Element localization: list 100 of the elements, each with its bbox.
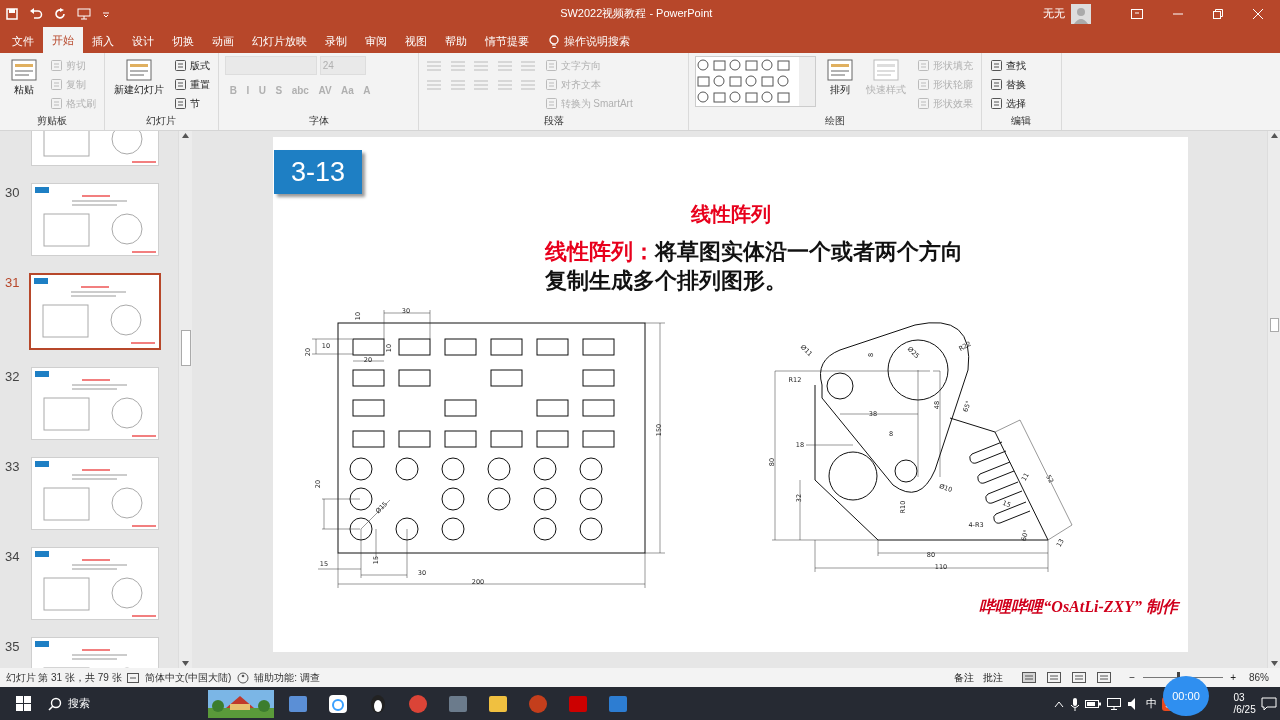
group-label: 幻灯片 — [145, 114, 178, 128]
save-icon[interactable] — [5, 7, 18, 20]
ribbon-tab[interactable]: 审阅 — [355, 30, 396, 53]
ribbon-tab[interactable]: 动画 — [202, 30, 243, 53]
document-icon — [916, 59, 930, 72]
close-icon[interactable] — [1252, 8, 1263, 19]
document-icon — [871, 56, 901, 84]
ribbon-button[interactable]: 重置 — [172, 75, 212, 94]
document-icon — [49, 59, 63, 72]
ribbon-tab[interactable]: 情节提要 — [475, 30, 538, 53]
ribbon-button[interactable]: 节 — [172, 94, 202, 113]
slide-number: 31 — [4, 274, 21, 292]
presentation-icon[interactable] — [76, 7, 91, 20]
group-label: 绘图 — [823, 114, 846, 128]
chevron-icon[interactable] — [1054, 699, 1064, 708]
ribbon-button[interactable]: 替换 — [987, 75, 1028, 94]
spellcheck-icon[interactable] — [127, 672, 140, 683]
slide-number: 34 — [4, 548, 21, 566]
ribbon-display-icon[interactable] — [1130, 8, 1143, 19]
slide-number: 33 — [4, 458, 21, 476]
view-icon[interactable] — [1046, 672, 1061, 683]
scrollbar[interactable] — [178, 131, 192, 668]
taskbar-search[interactable]: 搜索 — [48, 687, 208, 720]
document-icon — [824, 56, 855, 84]
view-icon[interactable] — [1021, 672, 1036, 683]
notification-icon[interactable] — [1261, 696, 1278, 711]
slide-count: 幻灯片 第 31 张，共 79 张 — [5, 671, 122, 685]
battery-icon[interactable] — [1085, 698, 1101, 709]
user-name: 无无 — [1043, 6, 1065, 22]
penguin-icon[interactable] — [368, 693, 388, 714]
ribbon-tab[interactable]: 视图 — [395, 30, 436, 53]
ribbon-tab[interactable]: 开始 — [42, 27, 83, 53]
credit-text: 哔哩哔哩“OsAtLi-ZXY” 制作 — [978, 597, 1181, 617]
comments-button[interactable]: 批注 — [981, 668, 1006, 687]
tell-me-search[interactable]: 操作说明搜索 — [564, 33, 631, 50]
group-label: 字体 — [307, 114, 330, 128]
document-icon — [544, 78, 558, 91]
app-icon[interactable] — [568, 693, 588, 714]
document-icon — [544, 97, 558, 110]
microphone-icon[interactable] — [1069, 696, 1080, 711]
ribbon-button[interactable]: 粘贴 — [6, 56, 42, 96]
ribbon-tab[interactable]: 设计 — [122, 30, 163, 53]
document-icon — [916, 97, 930, 110]
shape-gallery[interactable] — [695, 56, 816, 107]
ribbon-tab[interactable]: 文件 — [2, 30, 43, 53]
ribbon-tab[interactable]: 幻灯片放映 — [242, 30, 316, 53]
document-icon — [544, 59, 558, 72]
circle-icon[interactable] — [528, 693, 548, 714]
slide-number: 32 — [4, 368, 21, 386]
ribbon-tab[interactable]: 帮助 — [435, 30, 476, 53]
language-indicator[interactable]: 简体中文(中国大陆) — [144, 670, 232, 685]
ribbon-button[interactable]: 新建幻灯片 — [110, 56, 167, 96]
zoom-level[interactable]: 86% — [1249, 670, 1269, 685]
document-icon — [174, 97, 187, 110]
zoom-in-button[interactable]: + — [1228, 668, 1238, 687]
scroll-thumb[interactable] — [1269, 318, 1279, 332]
ribbon-button[interactable]: 选择 — [987, 94, 1028, 113]
input-method[interactable]: 中 — [1145, 695, 1157, 712]
document-icon — [49, 97, 63, 110]
lightbulb-icon — [548, 34, 559, 49]
customize-icon[interactable] — [101, 9, 110, 18]
definition-text: 线性阵列：将草图实体沿一个或者两个方向复制生成多个排列图形。 — [545, 239, 963, 295]
cloud-icon[interactable] — [328, 693, 348, 714]
ribbon-button[interactable]: 排列 — [821, 56, 858, 96]
ribbon-tab[interactable]: 切换 — [162, 30, 203, 53]
network-icon[interactable] — [1106, 697, 1121, 710]
ribbon-tab[interactable]: 录制 — [315, 30, 356, 53]
slide-thumbnail[interactable] — [29, 273, 161, 350]
accessibility-status[interactable]: 辅助功能: 调查 — [254, 670, 320, 685]
avatar-icon[interactable] — [1070, 3, 1091, 24]
clock-time[interactable]: 03 — [1233, 691, 1245, 704]
slide-number: 35 — [4, 638, 21, 656]
redo-icon[interactable] — [53, 7, 66, 20]
notes-button[interactable]: 备注 — [951, 668, 976, 687]
search-icon — [48, 696, 62, 711]
slide-title: 线性阵列 — [689, 202, 772, 227]
document-icon — [989, 59, 1003, 72]
ribbon-button[interactable]: 版式 — [172, 56, 212, 75]
slide-badge: 3-13 — [274, 150, 362, 194]
scroll-thumb[interactable] — [180, 330, 191, 366]
zoom-out-button[interactable]: − — [1127, 668, 1138, 687]
ribbon-button[interactable]: 查找 — [987, 56, 1028, 75]
clock-date[interactable]: /6/25 — [1233, 703, 1256, 716]
ribbon-tab[interactable]: 插入 — [82, 30, 123, 53]
document-icon — [989, 78, 1003, 91]
accessibility-icon[interactable] — [236, 671, 249, 684]
view-icon[interactable] — [1096, 672, 1111, 683]
window-title: SW2022视频教程 - PowerPoint — [559, 6, 714, 22]
restore-icon[interactable] — [1212, 8, 1223, 19]
group-label: 剪贴板 — [35, 114, 68, 128]
view-icon[interactable] — [1071, 672, 1086, 683]
group-label: 段落 — [542, 114, 565, 128]
document-icon — [123, 56, 154, 84]
group-label: 编辑 — [1010, 114, 1032, 128]
document-icon — [174, 78, 187, 91]
document-icon — [916, 78, 930, 91]
undo-icon[interactable] — [28, 7, 43, 20]
scrollbar[interactable] — [1267, 131, 1280, 668]
document-icon — [9, 56, 39, 84]
slide-number: 30 — [4, 184, 21, 202]
